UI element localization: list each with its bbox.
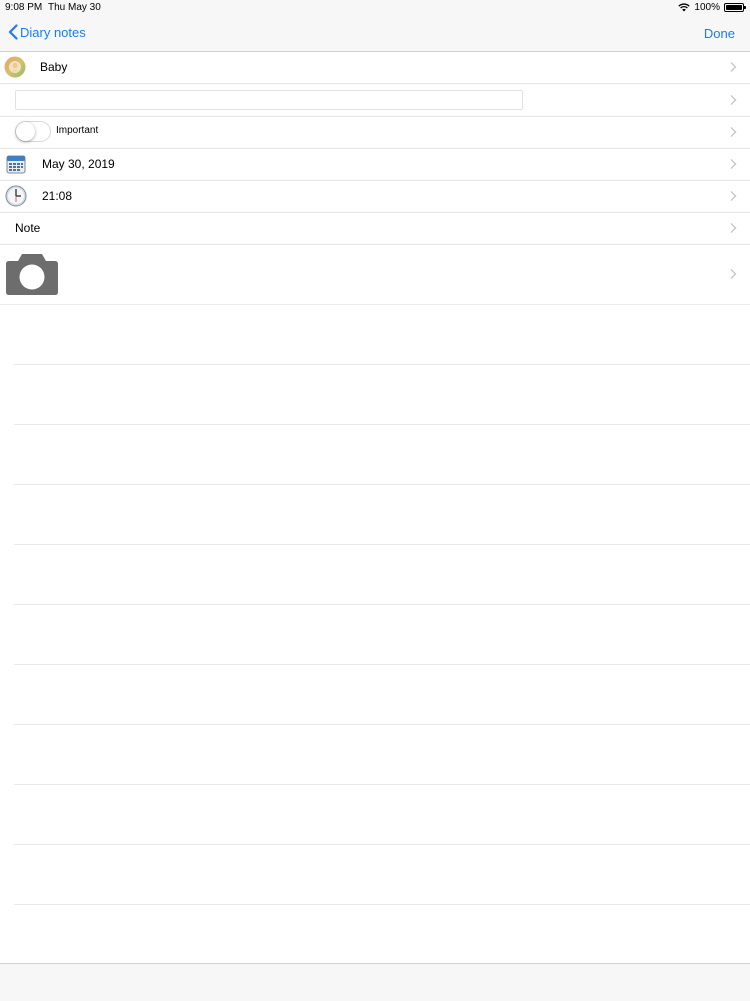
time-label: 21:08 [42, 189, 73, 203]
note-line [14, 484, 750, 485]
status-time: 9:08 PM [5, 2, 43, 13]
category-row[interactable]: Baby [0, 51, 750, 84]
note-label: Note [15, 221, 41, 235]
note-line [14, 724, 750, 725]
battery-icon [724, 3, 746, 12]
note-line [14, 904, 750, 905]
clock-icon [5, 185, 27, 207]
note-line [14, 784, 750, 785]
navigation-bar: Diary notes Done [0, 16, 750, 52]
status-right: 100% [678, 2, 746, 13]
chevron-right-icon [730, 95, 737, 105]
chevron-right-icon [730, 127, 737, 137]
lined-note-area[interactable] [0, 305, 750, 963]
bottom-toolbar [0, 963, 750, 1001]
status-date: Thu May 30 [48, 2, 101, 13]
note-line [14, 364, 750, 365]
title-row [0, 84, 750, 117]
camera-icon[interactable] [5, 252, 59, 296]
chevron-left-icon [8, 24, 18, 40]
battery-percent: 100% [694, 2, 720, 13]
status-bar: 9:08 PM Thu May 30 100% [0, 0, 750, 16]
note-line [14, 664, 750, 665]
note-line [14, 844, 750, 845]
chevron-right-icon [730, 223, 737, 233]
toggle-knob [16, 122, 35, 141]
important-toggle[interactable] [15, 121, 51, 142]
note-line [14, 544, 750, 545]
time-row[interactable]: 21:08 [0, 180, 750, 213]
chevron-right-icon [730, 191, 737, 201]
category-label: Baby [40, 60, 68, 74]
note-line [14, 604, 750, 605]
chevron-right-icon [730, 269, 737, 279]
title-input[interactable] [15, 90, 523, 110]
important-label: Important [56, 125, 99, 136]
note-line [14, 424, 750, 425]
calendar-icon [6, 155, 26, 174]
done-button[interactable]: Done [704, 26, 735, 41]
chevron-right-icon [730, 62, 737, 72]
baby-icon [4, 56, 26, 78]
back-button[interactable]: Diary notes [8, 24, 86, 40]
chevron-right-icon [730, 159, 737, 169]
wifi-icon [678, 3, 691, 12]
photo-row[interactable] [0, 244, 750, 305]
back-button-label: Diary notes [20, 24, 86, 40]
date-label: May 30, 2019 [42, 157, 115, 171]
note-row[interactable]: Note [0, 212, 750, 245]
important-row: Important [0, 116, 750, 149]
date-row[interactable]: May 30, 2019 [0, 148, 750, 181]
